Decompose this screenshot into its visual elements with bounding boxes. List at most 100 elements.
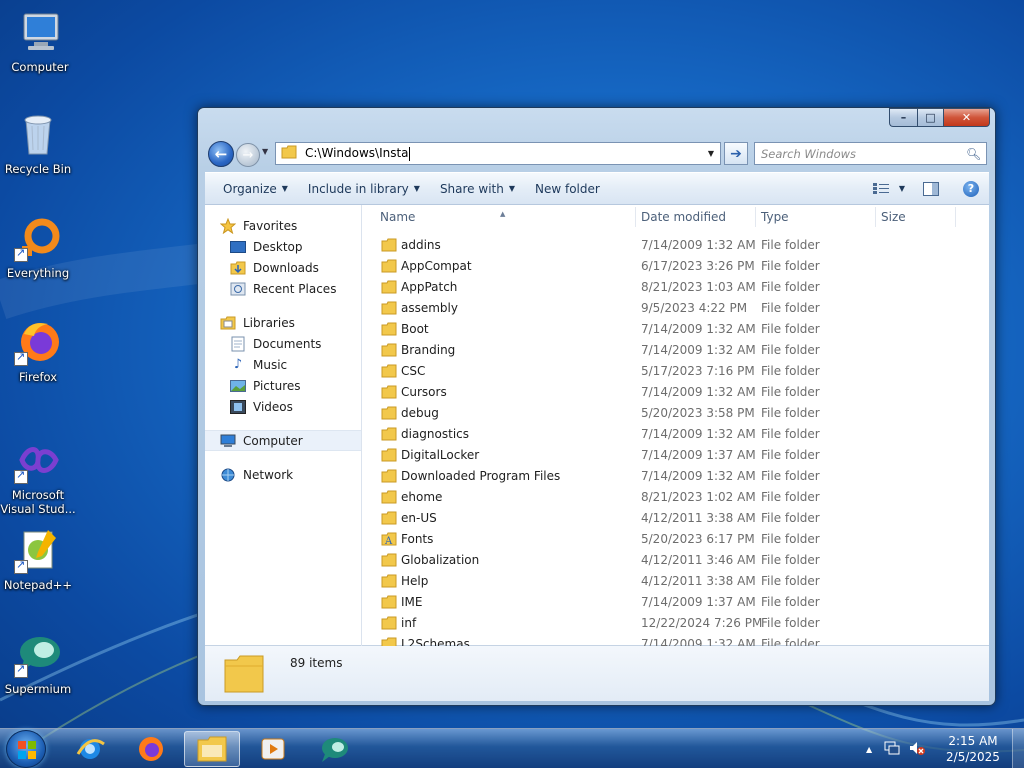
help-button[interactable]: ?	[953, 180, 989, 197]
close-button[interactable]: ✕	[943, 108, 990, 127]
show-hidden-icons-button[interactable]: ▲	[866, 745, 872, 754]
desktop-icon-recycle-bin[interactable]: Recycle Bin	[0, 110, 78, 176]
taskbar-media-player[interactable]	[245, 731, 301, 767]
taskbar-supermium[interactable]	[306, 731, 362, 767]
address-dropdown-icon[interactable]: ▼	[702, 149, 720, 158]
forward-button[interactable]: →	[236, 143, 260, 167]
column-header-name[interactable]: Name	[380, 210, 415, 224]
taskbar-internet-explorer[interactable]	[62, 731, 118, 767]
nav-pictures[interactable]: Pictures	[205, 375, 361, 396]
folder-icon	[381, 469, 397, 486]
share-with-button[interactable]: Share with ▼	[430, 177, 525, 201]
preview-pane-button[interactable]	[909, 181, 953, 196]
column-header-size[interactable]: Size	[881, 210, 906, 224]
taskbar-firefox[interactable]	[123, 731, 179, 767]
file-type: File folder	[761, 595, 820, 609]
folder-icon	[381, 574, 397, 591]
file-row[interactable]: A Fonts 5/20/2023 6:17 PM File folder	[363, 529, 973, 550]
column-headers: ▲ Name Date modified Type Size	[363, 205, 973, 229]
nav-network[interactable]: Network	[205, 464, 361, 485]
column-header-type[interactable]: Type	[761, 210, 789, 224]
computer-icon	[220, 433, 236, 449]
file-row[interactable]: assembly 9/5/2023 4:22 PM File folder	[363, 298, 973, 319]
file-type: File folder	[761, 322, 820, 336]
file-row[interactable]: L2Schemas 7/14/2009 1:32 AM File folder	[363, 634, 973, 646]
nav-music[interactable]: ♪ Music	[205, 354, 361, 375]
folder-icon	[381, 280, 397, 297]
file-row[interactable]: CSC 5/17/2023 7:16 PM File folder	[363, 361, 973, 382]
address-text[interactable]: C:\Windows\Insta	[305, 146, 702, 161]
desktop-icon-notepadpp[interactable]: Notepad++	[0, 526, 78, 592]
network-icon[interactable]	[884, 740, 900, 759]
search-box[interactable]: 🔍︎	[754, 142, 987, 165]
file-row[interactable]: addins 7/14/2009 1:32 AM File folder	[363, 235, 973, 256]
show-desktop-button[interactable]	[1012, 729, 1024, 768]
desktop-icon-supermium[interactable]: Supermium	[0, 630, 78, 696]
nav-computer[interactable]: Computer	[205, 430, 361, 451]
svg-text:A: A	[384, 536, 393, 546]
content-area: Favorites Desktop Downloads Recent Place…	[205, 205, 989, 646]
file-row[interactable]: Cursors 7/14/2009 1:32 AM File folder	[363, 382, 973, 403]
back-button[interactable]: ←	[208, 141, 234, 167]
file-row[interactable]: Globalization 4/12/2011 3:46 AM File folde…	[363, 550, 973, 571]
file-row[interactable]: Help 4/12/2011 3:38 AM File folder	[363, 571, 973, 592]
file-row[interactable]: Branding 7/14/2009 1:32 AM File folder	[363, 340, 973, 361]
new-folder-button[interactable]: New folder	[525, 177, 610, 201]
file-name: assembly	[401, 301, 458, 315]
include-in-library-button[interactable]: Include in library ▼	[298, 177, 430, 201]
recent-pages-dropdown[interactable]: ▼	[262, 147, 268, 156]
search-input[interactable]	[761, 146, 966, 161]
folder-icon	[381, 448, 397, 465]
file-date-modified: 8/21/2023 1:03 AM	[641, 280, 756, 294]
clock-date: 2/5/2025	[946, 750, 1000, 764]
file-row[interactable]: diagnostics 7/14/2009 1:32 AM File folder	[363, 424, 973, 445]
chevron-down-icon: ▼	[508, 184, 515, 193]
nav-favorites[interactable]: Favorites	[205, 215, 361, 236]
start-button[interactable]	[6, 730, 46, 768]
folder-icon	[381, 343, 397, 360]
file-row[interactable]: AppPatch 8/21/2023 1:03 AM File folder	[363, 277, 973, 298]
nav-desktop[interactable]: Desktop	[205, 236, 361, 257]
file-type: File folder	[761, 532, 820, 546]
file-row[interactable]: debug 5/20/2023 3:58 PM File folder	[363, 403, 973, 424]
file-row[interactable]: inf 12/22/2024 7:26 PM File folder	[363, 613, 973, 634]
taskbar-file-explorer[interactable]	[184, 731, 240, 767]
folder-icon	[381, 322, 397, 339]
address-bar[interactable]: C:\Windows\Insta ▼	[275, 142, 721, 165]
file-row[interactable]: DigitalLocker 7/14/2009 1:37 AM File folde…	[363, 445, 973, 466]
file-row[interactable]: Boot 7/14/2009 1:32 AM File folder	[363, 319, 973, 340]
organize-button[interactable]: Organize ▼	[213, 177, 298, 201]
file-name: Fonts	[401, 532, 434, 546]
minimize-button[interactable]: –	[889, 108, 917, 127]
nav-documents[interactable]: Documents	[205, 333, 361, 354]
clock[interactable]: 2:15 AM 2/5/2025	[940, 733, 1006, 765]
search-icon[interactable]: 🔍︎	[966, 147, 986, 161]
maximize-button[interactable]: □	[917, 108, 943, 127]
file-name: ehome	[401, 490, 443, 504]
desktop-icon-computer[interactable]: Computer	[0, 8, 80, 74]
file-name: Boot	[401, 322, 429, 336]
file-row[interactable]: en-US 4/12/2011 3:38 AM File folder	[363, 508, 973, 529]
column-header-date-modified[interactable]: Date modified	[641, 210, 726, 224]
preview-pane-icon	[923, 181, 939, 196]
nav-recent-places[interactable]: Recent Places	[205, 278, 361, 299]
go-button[interactable]: ➔	[724, 142, 748, 165]
volume-muted-icon[interactable]	[908, 740, 926, 759]
desktop-icon-visual-studio[interactable]: Microsoft Visual Stud...	[0, 436, 78, 516]
nav-downloads[interactable]: Downloads	[205, 257, 361, 278]
view-dropdown-icon[interactable]: ▼	[895, 184, 909, 193]
desktop-icon-everything[interactable]: Everything	[0, 214, 78, 280]
file-row[interactable]: ehome 8/21/2023 1:02 AM File folder	[363, 487, 973, 508]
file-row[interactable]: AppCompat 6/17/2023 3:26 PM File folder	[363, 256, 973, 277]
nav-libraries[interactable]: Libraries	[205, 312, 361, 333]
file-date-modified: 12/22/2024 7:26 PM	[641, 616, 763, 630]
nav-videos[interactable]: Videos	[205, 396, 361, 417]
media-player-icon	[261, 738, 285, 760]
file-row[interactable]: Downloaded Program Files 7/14/2009 1:32 A…	[363, 466, 973, 487]
computer-icon	[16, 8, 64, 56]
file-date-modified: 5/20/2023 6:17 PM	[641, 532, 755, 546]
desktop-icon-firefox[interactable]: Firefox	[0, 318, 78, 384]
chevron-down-icon: ▼	[281, 184, 288, 193]
file-row[interactable]: IME 7/14/2009 1:37 AM File folder	[363, 592, 973, 613]
view-options-button[interactable]	[867, 182, 895, 195]
